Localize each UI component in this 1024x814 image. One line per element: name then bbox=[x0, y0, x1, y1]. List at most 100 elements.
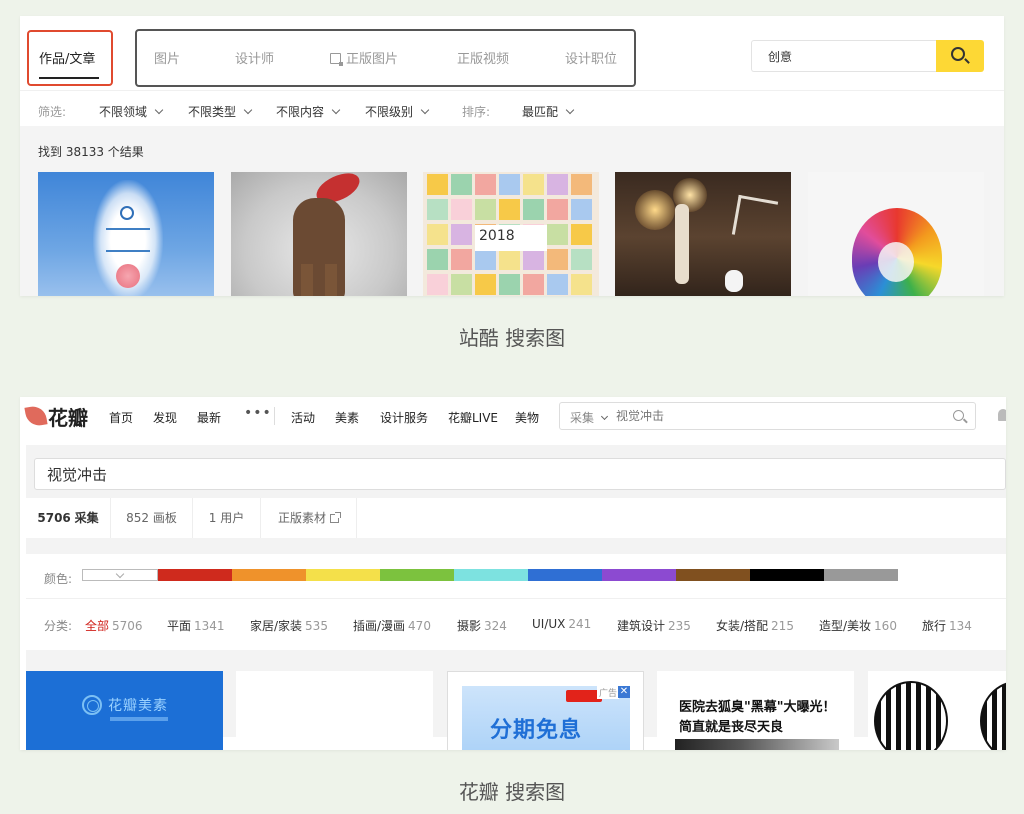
chevron-down-icon bbox=[600, 412, 609, 421]
nav-meisu[interactable]: 美素 bbox=[335, 409, 359, 426]
category-item[interactable]: 建筑设计 235 bbox=[617, 617, 691, 634]
filter-panel: 颜色: 分类: 全部 5706 平面 1341 家居/家装 535 插画/漫画 470 摄影 32… bbox=[26, 554, 1006, 650]
category-item[interactable]: 造型/美妆 160 bbox=[819, 617, 897, 634]
food-tile bbox=[547, 174, 568, 195]
food-tile bbox=[427, 224, 448, 245]
color-swatch[interactable] bbox=[750, 569, 824, 581]
bell-icon[interactable] bbox=[998, 409, 1006, 421]
food-tile bbox=[571, 249, 592, 270]
pin-card[interactable]: 花瓣美素 bbox=[26, 671, 223, 750]
tab-pins[interactable]: 5706 采集 bbox=[26, 498, 111, 538]
color-swatch[interactable] bbox=[306, 569, 380, 581]
poster-year: 2018 bbox=[479, 228, 515, 244]
result-thumbnail[interactable]: 2018 bbox=[423, 172, 599, 296]
result-thumbnail[interactable] bbox=[808, 172, 984, 296]
pin-card[interactable] bbox=[236, 671, 433, 750]
category-count: 470 bbox=[408, 619, 431, 633]
ad-headline: 分期免息 bbox=[490, 718, 583, 743]
filter-content-label: 不限内容 bbox=[276, 105, 325, 119]
tab-works-articles[interactable]: 作品/文章 bbox=[39, 48, 95, 67]
tab-licensed-images-label: 正版图片 bbox=[346, 52, 399, 67]
tab-boards[interactable]: 852 画板 bbox=[111, 498, 193, 538]
color-swatch[interactable] bbox=[528, 569, 602, 581]
tab-licensed-videos[interactable]: 正版视频 bbox=[457, 48, 509, 67]
nav-design-services[interactable]: 设计服务 bbox=[380, 409, 428, 426]
search-button[interactable] bbox=[936, 40, 984, 72]
nav-home[interactable]: 首页 bbox=[109, 409, 133, 426]
color-swatch[interactable] bbox=[898, 569, 972, 581]
category-item[interactable]: 平面 1341 bbox=[167, 617, 225, 634]
sort-dropdown[interactable]: 最匹配 bbox=[522, 103, 575, 120]
category-count: 1341 bbox=[194, 619, 225, 633]
category-item[interactable]: 家居/家装 535 bbox=[250, 617, 328, 634]
result-thumbnail[interactable] bbox=[38, 172, 214, 296]
ad-card[interactable]: 广告 ✕ 分期免息 bbox=[447, 671, 644, 750]
filter-divider bbox=[26, 598, 1006, 599]
category-item[interactable]: 插画/漫画 470 bbox=[353, 617, 431, 634]
nav-discover[interactable]: 发现 bbox=[153, 409, 177, 426]
tab-licensed-assets[interactable]: 正版素材 bbox=[261, 498, 357, 538]
calligraphy-image bbox=[731, 194, 779, 242]
search-category-dropdown[interactable]: 采集 bbox=[570, 409, 609, 426]
filter-type-dropdown[interactable]: 不限类型 bbox=[188, 103, 253, 120]
caption-zcool: 站酷 搜索图 bbox=[458, 326, 566, 350]
food-tile bbox=[499, 274, 520, 295]
color-swatch-any[interactable] bbox=[82, 569, 158, 581]
category-item[interactable]: 摄影 324 bbox=[457, 617, 507, 634]
active-tab-underline bbox=[39, 77, 99, 79]
filter-bar: 筛选: 不限领域 不限类型 不限内容 不限级别 排序: 最匹配 bbox=[20, 90, 1004, 126]
query-input[interactable] bbox=[34, 458, 1006, 490]
figure-image bbox=[675, 204, 689, 284]
food-tile bbox=[427, 174, 448, 195]
tab-licensed-images[interactable]: 正版图片 bbox=[330, 48, 398, 67]
food-tile bbox=[523, 199, 544, 220]
tab-design-jobs[interactable]: 设计职位 bbox=[565, 48, 617, 67]
nav-divider bbox=[274, 407, 275, 425]
nav-more-button[interactable]: ••• bbox=[244, 405, 272, 421]
tab-designers[interactable]: 设计师 bbox=[235, 48, 274, 67]
color-swatch[interactable] bbox=[824, 569, 898, 581]
sort-value: 最匹配 bbox=[522, 105, 559, 119]
category-all[interactable]: 全部 5706 bbox=[85, 617, 143, 634]
nav-meiwu[interactable]: 美物 bbox=[515, 409, 539, 426]
nav-latest[interactable]: 最新 bbox=[197, 409, 221, 426]
filter-level-dropdown[interactable]: 不限级别 bbox=[365, 103, 430, 120]
search-input[interactable] bbox=[751, 40, 937, 72]
poster-text-block bbox=[106, 228, 150, 252]
food-tile bbox=[547, 224, 568, 245]
chevron-down-icon bbox=[565, 105, 575, 115]
category-name: 女装/搭配 bbox=[716, 619, 769, 633]
ad-tag: 广告 bbox=[597, 686, 620, 699]
huaban-logo[interactable]: 花瓣 bbox=[48, 402, 88, 431]
color-swatch[interactable] bbox=[380, 569, 454, 581]
filter-content-dropdown[interactable]: 不限内容 bbox=[276, 103, 341, 120]
category-item[interactable]: 女装/搭配 215 bbox=[716, 617, 794, 634]
pin-card[interactable] bbox=[868, 671, 1006, 750]
news-headline-line2: 简直就是丧尽天良 bbox=[679, 720, 784, 735]
close-icon[interactable]: ✕ bbox=[618, 686, 630, 698]
color-swatch[interactable] bbox=[158, 569, 232, 581]
bull-leg bbox=[325, 264, 337, 296]
result-thumbnail[interactable] bbox=[615, 172, 791, 296]
category-item[interactable]: UI/UX 241 bbox=[532, 617, 591, 631]
header-search-input[interactable] bbox=[616, 407, 936, 425]
food-tile bbox=[499, 199, 520, 220]
category-item[interactable]: 旅行 134 bbox=[922, 617, 972, 634]
result-thumbnail[interactable] bbox=[231, 172, 407, 296]
huaban-logo-icon[interactable] bbox=[24, 404, 48, 428]
color-swatch[interactable] bbox=[676, 569, 750, 581]
tab-images[interactable]: 图片 bbox=[154, 48, 180, 67]
category-name: 插画/漫画 bbox=[353, 619, 406, 633]
color-swatch[interactable] bbox=[232, 569, 306, 581]
search-icon[interactable] bbox=[953, 410, 964, 421]
chevron-down-icon bbox=[154, 105, 164, 115]
nav-huaban-live[interactable]: 花瓣LIVE bbox=[448, 409, 498, 426]
color-swatch[interactable] bbox=[454, 569, 528, 581]
news-card[interactable]: 医院去狐臭"黑幕"大曝光！ 简直就是丧尽天良 bbox=[657, 671, 854, 750]
zcool-search-panel: 作品/文章 图片 设计师 正版图片 正版视频 设计职位 筛选: 不限领域 不限类… bbox=[20, 16, 1004, 296]
filter-field-dropdown[interactable]: 不限领域 bbox=[99, 103, 164, 120]
tab-users[interactable]: 1 用户 bbox=[193, 498, 261, 538]
color-swatch[interactable] bbox=[602, 569, 676, 581]
nav-events[interactable]: 活动 bbox=[291, 409, 315, 426]
header-search-bar[interactable]: 采集 bbox=[559, 402, 976, 430]
